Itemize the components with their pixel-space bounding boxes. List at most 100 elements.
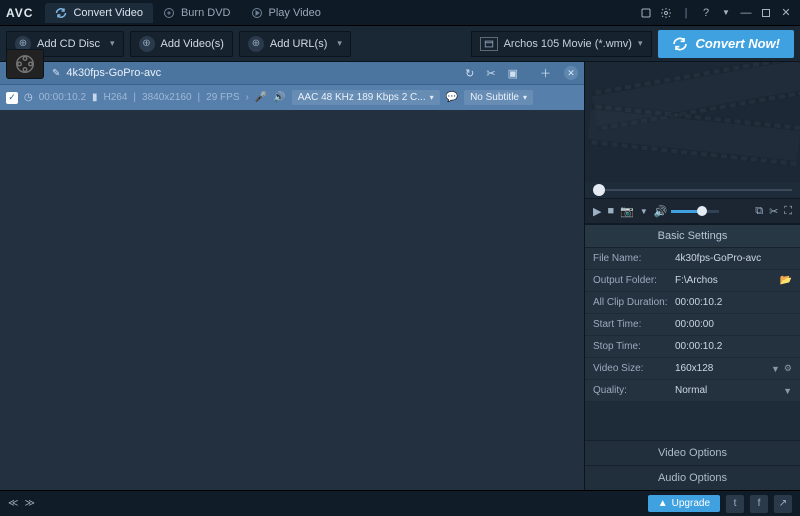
gear-icon	[660, 7, 672, 19]
stop-button[interactable]: ■	[607, 205, 614, 217]
output-profile-select[interactable]: Archos 105 Movie (*.wmv)	[471, 31, 652, 57]
play-button[interactable]: ▶	[593, 205, 601, 218]
help-button[interactable]: ?	[698, 5, 714, 21]
seek-knob[interactable]	[593, 184, 605, 196]
share-button[interactable]: ↗	[774, 495, 792, 513]
video-add-icon: ⊕	[139, 36, 155, 52]
remove-file-button[interactable]: ✕	[564, 66, 578, 80]
file-thumbnail	[6, 49, 44, 79]
tab-burn-dvd[interactable]: Burn DVD	[153, 3, 241, 23]
label: File Name:	[593, 253, 675, 264]
twitter-icon: t	[734, 498, 737, 509]
label: Output Folder:	[593, 275, 675, 286]
file-codec: H264	[104, 92, 128, 103]
toolbar: ⊕ Add CD Disc ⊕ Add Video(s) ⊕ Add URL(s…	[0, 26, 800, 62]
popout-button[interactable]: ⧉	[755, 205, 763, 218]
file-item[interactable]: ✎ 4k30fps-GoPro-avc ↻ ✂ ▣ ＋ ✕ ✓ ◷ 00:00:…	[0, 62, 584, 110]
convert-icon	[672, 36, 688, 52]
convert-now-button[interactable]: Convert Now!	[658, 30, 795, 58]
audio-track-select[interactable]: AAC 48 KHz 189 Kbps 2 C...	[292, 90, 440, 105]
file-name-value[interactable]: 4k30fps-GoPro-avc	[675, 253, 792, 264]
cut-icon[interactable]: ✂	[483, 67, 498, 80]
tab-play-video[interactable]: Play Video	[241, 3, 331, 23]
preview-area	[585, 62, 800, 182]
video-size-settings-icon[interactable]: ⚙	[784, 363, 792, 374]
file-duration: 00:00:10.2	[39, 92, 86, 103]
file-fps: 29 FPS	[206, 92, 239, 103]
volume-control[interactable]: 🔊	[654, 205, 720, 218]
device-icon	[480, 37, 498, 51]
maximize-icon	[760, 7, 772, 19]
prev-page-button[interactable]: ≪	[8, 498, 18, 509]
button-label: Add URL(s)	[270, 38, 327, 50]
label: Video Size:	[593, 363, 675, 374]
mic-icon: 🎤	[255, 92, 267, 103]
fullscreen-button[interactable]: ⛶	[784, 205, 792, 218]
video-size-value[interactable]: 160x128▼⚙	[675, 363, 792, 374]
skin-button[interactable]	[638, 5, 654, 21]
retry-icon[interactable]: ↻	[462, 67, 477, 80]
start-time-value[interactable]: 00:00:00	[675, 319, 792, 330]
facebook-button[interactable]: f	[750, 495, 768, 513]
next-page-button[interactable]: ≫	[24, 498, 34, 509]
speaker-icon: 🔊	[273, 92, 285, 103]
chevron-down-icon[interactable]: ▼	[771, 364, 780, 374]
row-stop-time: Stop Time: 00:00:10.2	[585, 336, 800, 358]
file-list: ✎ 4k30fps-GoPro-avc ↻ ✂ ▣ ＋ ✕ ✓ ◷ 00:00:…	[0, 62, 585, 490]
add-icon[interactable]: ＋	[537, 65, 554, 81]
tab-convert-video[interactable]: Convert Video	[45, 3, 153, 23]
app-logo: AVC	[6, 6, 33, 20]
seek-bar[interactable]	[585, 182, 800, 198]
row-all-clip: All Clip Duration: 00:00:10.2	[585, 292, 800, 314]
subtitle-icon: 💬	[446, 92, 458, 103]
divider: |	[678, 5, 694, 21]
file-resolution: 3840x2160	[142, 92, 192, 103]
play-icon	[251, 7, 263, 19]
video-options-section[interactable]: Video Options	[585, 440, 800, 465]
row-start-time: Start Time: 00:00:00	[585, 314, 800, 336]
minimize-button[interactable]: —	[738, 5, 754, 21]
label: Start Time:	[593, 319, 675, 330]
snapshot-button[interactable]: 📷	[620, 205, 634, 218]
label: All Clip Duration:	[593, 297, 675, 308]
side-panel: ▶ ■ 📷 ▼ 🔊 ⧉ ✂ ⛶ Basic Settings File Name…	[585, 62, 800, 490]
video-icon: ▮	[92, 92, 98, 103]
subtitle-label: No Subtitle	[470, 92, 519, 103]
tab-label: Burn DVD	[181, 7, 231, 19]
label: Stop Time:	[593, 341, 675, 352]
twitter-button[interactable]: t	[726, 495, 744, 513]
settings-header: Basic Settings	[585, 225, 800, 248]
url-add-icon: ⊕	[248, 36, 264, 52]
status-bar: ≪ ≫ ▲Upgrade t f ↗	[0, 490, 800, 516]
trim-button[interactable]: ✂	[769, 205, 778, 218]
clock-icon: ◷	[24, 92, 33, 103]
reel-icon	[14, 53, 36, 75]
maximize-button[interactable]	[758, 5, 774, 21]
volume-icon: 🔊	[654, 205, 668, 218]
subtitle-select[interactable]: No Subtitle	[464, 90, 533, 105]
row-video-size: Video Size: 160x128▼⚙	[585, 358, 800, 380]
row-output-folder: Output Folder: F:\Archos📂	[585, 270, 800, 292]
snapshot-menu[interactable]: ▼	[640, 207, 648, 216]
refresh-icon	[55, 7, 67, 19]
crop-icon[interactable]: ▣	[505, 67, 521, 80]
file-checkbox[interactable]: ✓	[6, 92, 18, 104]
settings-button[interactable]	[658, 5, 674, 21]
chevron-down-icon: ▼	[722, 8, 730, 17]
chevron-down-icon[interactable]: ▼	[783, 386, 792, 396]
upgrade-button[interactable]: ▲Upgrade	[648, 495, 720, 512]
help-menu-button[interactable]: ▼	[718, 5, 734, 21]
add-urls-button[interactable]: ⊕ Add URL(s)	[239, 31, 351, 57]
stop-time-value[interactable]: 00:00:10.2	[675, 341, 792, 352]
audio-options-section[interactable]: Audio Options	[585, 465, 800, 490]
volume-knob[interactable]	[697, 206, 707, 216]
quality-value[interactable]: Normal▼	[675, 385, 792, 396]
titlebar: AVC Convert Video Burn DVD Play Video | …	[0, 0, 800, 26]
palette-icon	[640, 7, 652, 19]
browse-folder-icon[interactable]: 📂	[780, 275, 792, 286]
add-videos-button[interactable]: ⊕ Add Video(s)	[130, 31, 233, 57]
output-folder-value[interactable]: F:\Archos📂	[675, 275, 792, 286]
button-label: Add Video(s)	[161, 38, 224, 50]
edit-title-icon[interactable]: ✎	[52, 68, 60, 79]
close-button[interactable]: ✕	[778, 5, 794, 21]
